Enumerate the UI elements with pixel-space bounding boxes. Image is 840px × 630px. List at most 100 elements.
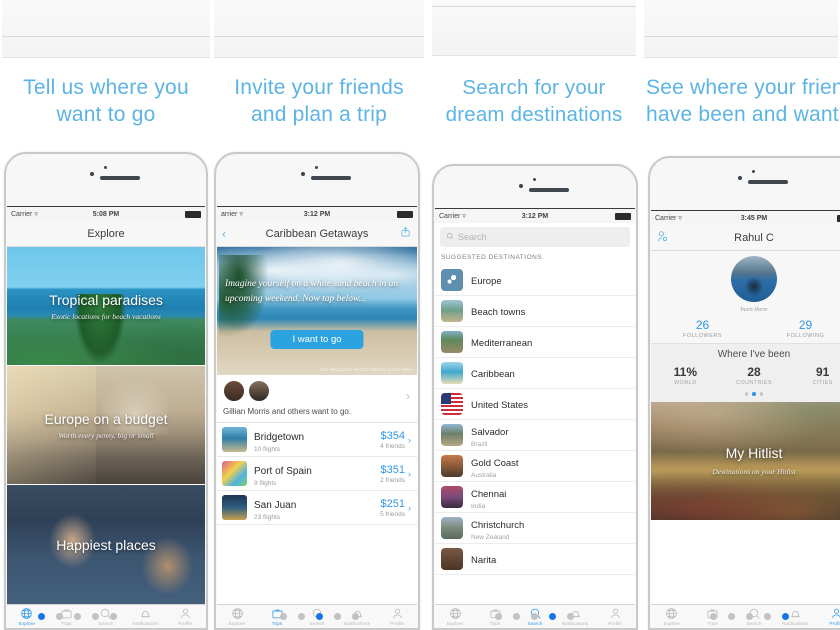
list-item[interactable]: Beach towns [435,296,635,327]
following-label: FOLLOWING [786,333,825,339]
phone-screen-3: Carrier ▿ 3:12 PM Search SUGGESTED DESTIN… [435,208,635,628]
clock-label: 3:45 PM [740,214,768,222]
list-item[interactable]: Europe [435,265,635,296]
list-item[interactable]: Salvador Brazil [435,420,635,451]
suggestion-name: Beach towns [471,307,526,318]
phone-mockup-4: Carrier▿ 3:45 PM Rahul C been there 26 [648,156,840,630]
destination-price: $354 [380,429,405,442]
nav-bar: Explore [7,221,205,247]
sensor-icon [90,172,94,176]
tab-label: Notifications [782,621,809,626]
phone-bezel-top [434,166,636,208]
app-store-screenshot-gallery: Tell us where you want to go Carrier ▿ 5:… [0,0,840,630]
destination-thumbnail [222,461,247,486]
my-hitlist-card[interactable]: My Hitlist Destinations on your Hitlist [651,401,840,520]
page-title: Rahul C [734,231,774,244]
page-indicator-2[interactable] [212,613,426,620]
destination-thumbnail [441,300,463,322]
suggestion-country: Australia [471,472,497,479]
list-item[interactable]: Port of Spain 9 flights $351 2 friends › [217,457,417,491]
countries-value: 28 [747,365,761,379]
screenshot-panel-2: Invite your friends and plan a trip arri… [212,0,426,630]
add-friend-icon[interactable] [656,230,669,246]
card-page-indicator[interactable] [651,392,840,396]
following-count: 29 [798,318,813,332]
headline-line-1: Tell us where you [23,76,189,99]
cities-label: CITIES [812,380,833,386]
list-item[interactable]: Chennai India [435,482,635,513]
followers-stat[interactable]: 26 FOLLOWERS [651,318,754,339]
previous-panel-fragment [426,0,642,66]
destination-name: Bridgetown [254,431,305,443]
previous-panel-fragment [212,0,426,66]
panel-2-headline: Invite your friends and plan a trip [212,74,426,128]
chevron-right-icon: › [408,434,411,445]
nav-bar: ‹ Caribbean Getaways [217,221,417,247]
following-stat[interactable]: 29 FOLLOWING [754,318,840,339]
camera-icon [315,166,318,169]
suggestion-name: Salvador [471,427,509,438]
avatar[interactable] [731,256,777,302]
page-indicator-3[interactable] [426,613,642,620]
phone-screen-2: arrier ▿ 3:12 PM ‹ Caribbean Getaways Ima… [217,206,417,628]
destination-thumbnail [441,424,463,446]
tab-label: Profile [390,621,404,626]
panel-1-headline: Tell us where you want to go [0,74,212,128]
tab-label: Notifications [343,621,371,626]
list-item[interactable]: Caribbean [435,358,635,389]
destination-thumbnail [441,362,463,384]
speaker-slot [529,188,569,192]
tab-label: Trips [707,621,719,626]
tab-label: Explore [228,621,246,626]
previous-panel-fragment [642,0,840,66]
screenshot-panel-3: Search for your dream destinations Carri… [426,0,642,630]
search-input[interactable]: Search [440,227,630,247]
suggestion-name: Europe [471,276,502,287]
hitlist-title: My Hitlist [725,445,783,461]
panel-3-headline: Search for your dream destinations [426,74,642,128]
card-title: Europe on a budget [44,410,168,427]
tab-label: Search [98,621,114,626]
destination-price: $351 [380,463,405,476]
page-indicator-4[interactable] [650,613,840,620]
suggestion-name: United States [471,400,529,411]
i-want-to-go-button[interactable]: I want to go [270,330,364,349]
list-item[interactable]: Narita [435,544,635,575]
friends-caption: Gillian Morris and others want to go. [223,407,352,416]
phone-mockup-2: arrier ▿ 3:12 PM ‹ Caribbean Getaways Ima… [214,152,420,630]
list-item[interactable]: San Juan 23 flights $251 5 friends › [217,491,417,525]
tab-label: Search [746,621,762,626]
hero-quote: Imagine yourself on a white sand beach i… [225,279,399,304]
friend-avatars [223,380,409,402]
card-title: Tropical paradises [49,291,163,308]
page-title: Caribbean Getaways [265,227,369,240]
headline-line-1: Search for your [462,76,606,99]
world-stat: 11% WORLD [651,365,720,386]
explore-card[interactable]: Tropical paradises Exotic locations for … [7,247,205,367]
status-bar: Carrier ▿ 5:08 PM [7,207,205,221]
camera-icon [104,166,107,169]
follow-stats: 26 FOLLOWERS 29 FOLLOWING [651,318,840,339]
list-item[interactable]: Bridgetown 10 flights $354 4 friends › [217,423,417,457]
cities-value: 91 [816,365,830,379]
destination-flights: 23 flights [254,513,281,521]
suggestion-country: New Zealand [471,534,510,541]
explore-card-list: Tropical paradises Exotic locations for … [7,247,205,605]
explore-card[interactable]: Europe on a budget Worth every penny, bi… [7,366,205,486]
avatar-caption: been there [740,306,768,313]
chevron-right-icon: › [408,468,411,479]
back-chevron-icon[interactable]: ‹ [222,227,226,241]
status-bar: arrier ▿ 3:12 PM [217,207,417,221]
where-ive-been-card: Where I've been 11% WORLD 28 COUNTRIES 9… [651,343,840,402]
tab-label: Profile [178,621,193,626]
page-indicator-1[interactable] [0,613,183,620]
list-item[interactable]: Mediterranean [435,327,635,358]
share-icon[interactable] [400,226,411,241]
list-item[interactable]: Christchurch New Zealand [435,513,635,544]
explore-card[interactable]: Happiest places [7,485,205,605]
friends-want-to-go-row[interactable]: Gillian Morris and others want to go. › [217,375,417,423]
destination-thumbnail [441,548,463,570]
camera-icon [752,170,755,173]
list-item[interactable]: United States [435,389,635,420]
list-item[interactable]: Gold Coast Australia [435,451,635,482]
